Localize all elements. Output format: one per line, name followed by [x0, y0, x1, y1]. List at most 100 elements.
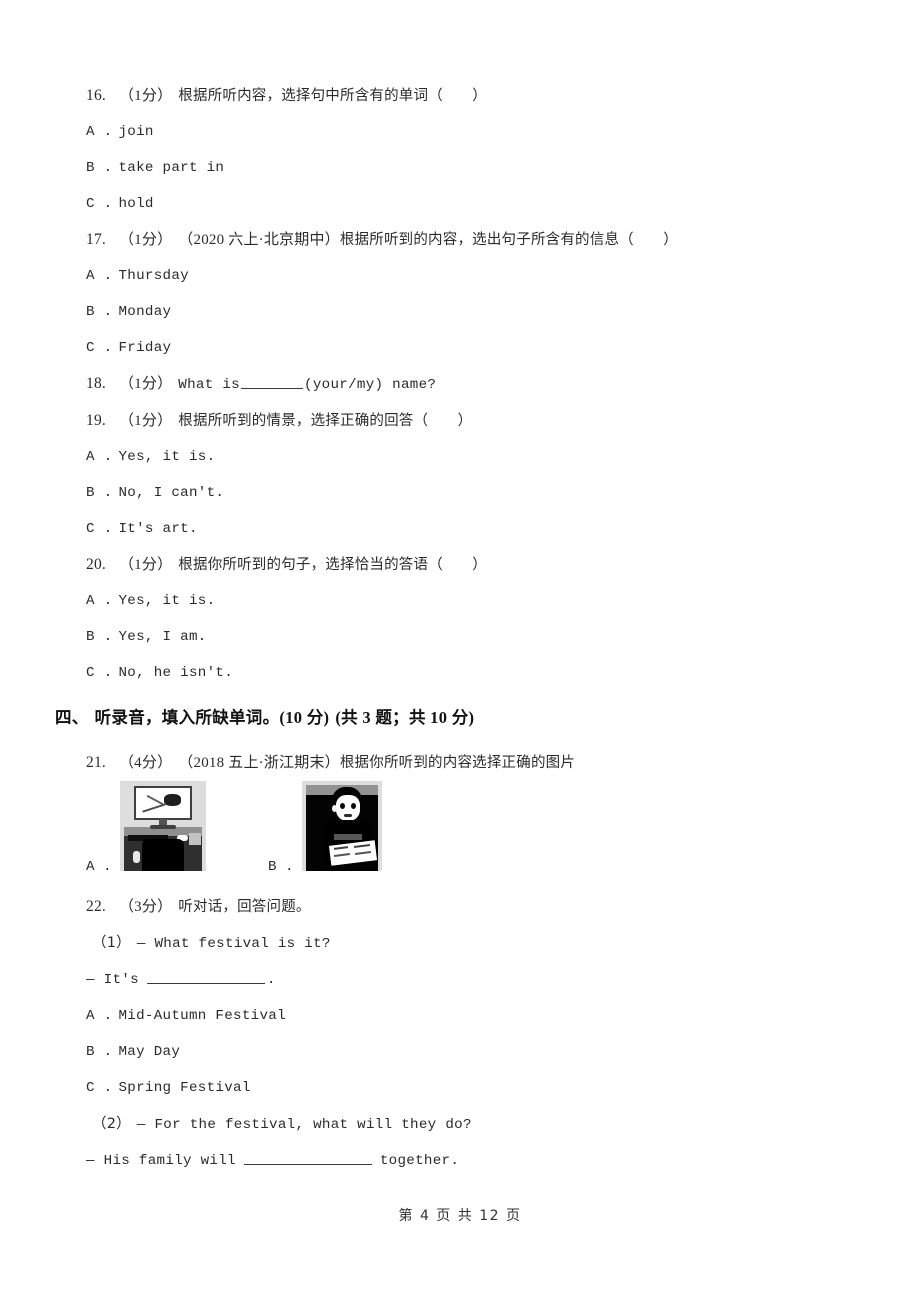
option-letter: B .	[86, 160, 113, 176]
question-21-points: （4分）	[118, 755, 173, 771]
option-letter: A .	[86, 449, 113, 465]
option-text: May Day	[118, 1044, 181, 1060]
option-text: It's art.	[118, 521, 198, 537]
option-letter: C .	[86, 196, 113, 212]
question-21-choices: A . B .	[0, 781, 920, 889]
option-text: Monday	[118, 304, 172, 320]
question-17-option-a[interactable]: A . Thursday	[0, 258, 920, 294]
section-points: (10 分)	[279, 708, 330, 727]
fill-in-blank[interactable]	[243, 1151, 372, 1165]
question-21-text: 根据你所听到的内容选择正确的图片	[339, 755, 576, 771]
question-19-option-c[interactable]: C . It's art.	[0, 511, 920, 547]
question-21-number: 21.	[86, 754, 106, 771]
question-16-option-a[interactable]: A . join	[0, 114, 920, 150]
option-letter: C .	[86, 521, 113, 537]
fill-in-blank[interactable]	[241, 375, 303, 389]
part-label: （1）	[92, 935, 131, 951]
option-letter: B .	[268, 859, 294, 875]
option-text: hold	[118, 196, 154, 212]
option-text: No, I can't.	[118, 485, 225, 501]
question-17-option-b[interactable]: B . Monday	[0, 294, 920, 330]
question-20-option-a[interactable]: A . Yes, it is.	[0, 583, 920, 619]
question-21-stem: 21. （4分） （2018 五上·浙江期末）根据你所听到的内容选择正确的图片	[0, 745, 920, 781]
option-letter: A .	[86, 268, 113, 284]
part-question: — What festival is it?	[136, 936, 331, 952]
question-16-stem: 16. （1分） 根据所听内容，选择句中所含有的单词（ ）	[0, 78, 920, 114]
question-17-stem: 17. （1分） （2020 六上·北京期中）根据所听到的内容，选出句子所含有的信息…	[0, 222, 920, 258]
question-18-text-pre: What is	[178, 377, 240, 393]
question-19-text: 根据所听到的情景，选择正确的回答（ ）	[178, 413, 473, 429]
section-title: 听录音，填入所缺单词。	[94, 708, 280, 727]
computer-desk-photo	[120, 781, 206, 871]
question-17-number: 17.	[86, 231, 106, 248]
question-20-text: 根据你所听到的句子，选择恰当的答语（ ）	[178, 557, 487, 573]
answer-pre: — His family will	[86, 1153, 236, 1169]
answer-pre: — It's	[86, 972, 139, 988]
question-22-option-a[interactable]: A . Mid-Autumn Festival	[0, 998, 920, 1034]
question-21-source: （2018 五上·浙江期末）	[178, 755, 340, 771]
answer-post: .	[266, 972, 276, 988]
question-18-text-post: (your/my) name?	[304, 377, 437, 393]
option-text: Yes, it is.	[118, 593, 216, 609]
option-letter: B .	[86, 304, 113, 320]
option-letter: C .	[86, 340, 113, 356]
question-21-choice-b[interactable]	[302, 781, 382, 871]
question-17-source: （2020 六上·北京期中）	[178, 232, 340, 248]
answer-post: together.	[379, 1153, 460, 1169]
question-19-option-b[interactable]: B . No, I can't.	[0, 475, 920, 511]
option-text: Mid-Autumn Festival	[118, 1008, 286, 1024]
question-18-points: （1分）	[118, 376, 173, 392]
fill-in-blank[interactable]	[146, 970, 265, 984]
option-text: take part in	[118, 160, 225, 176]
option-text: join	[118, 124, 154, 140]
section-index: 四、	[55, 708, 89, 727]
question-20-stem: 20. （1分） 根据你所听到的句子，选择恰当的答语（ ）	[0, 547, 920, 583]
question-20-option-b[interactable]: B . Yes, I am.	[0, 619, 920, 655]
question-20-option-c[interactable]: C . No, he isn't.	[0, 655, 920, 691]
question-21-choice-a[interactable]	[120, 781, 206, 871]
question-19-points: （1分）	[118, 413, 173, 429]
option-letter: C .	[86, 665, 113, 681]
question-20-points: （1分）	[118, 557, 173, 573]
option-letter: C .	[86, 1080, 113, 1096]
option-letter: B .	[86, 485, 113, 501]
question-21-label-a: A .	[86, 855, 112, 879]
option-letter: B .	[86, 629, 113, 645]
question-22-part-1-answer: — It's.	[0, 962, 920, 998]
question-19-number: 19.	[86, 412, 106, 429]
question-16-text: 根据所听内容，选择句中所含有的单词（ ）	[178, 88, 487, 104]
option-letter: A .	[86, 124, 113, 140]
question-16-option-c[interactable]: C . hold	[0, 186, 920, 222]
question-22-points: （3分）	[118, 899, 173, 915]
question-21-label-b: B .	[268, 855, 294, 879]
exam-page: 16. （1分） 根据所听内容，选择句中所含有的单词（ ） A . join B . t…	[0, 0, 920, 1302]
question-16-number: 16.	[86, 87, 106, 104]
question-17-text: 根据所听到的内容，选出句子所含有的信息（ ）	[339, 232, 678, 248]
option-text: No, he isn't.	[118, 665, 234, 681]
option-text: Friday	[118, 340, 172, 356]
question-22-number: 22.	[86, 898, 106, 915]
option-text: Yes, I am.	[118, 629, 207, 645]
question-22-part-2-prompt: （2） — For the festival, what will they do…	[0, 1106, 920, 1143]
question-22-option-c[interactable]: C . Spring Festival	[0, 1070, 920, 1106]
question-17-option-c[interactable]: C . Friday	[0, 330, 920, 366]
question-20-number: 20.	[86, 556, 106, 573]
option-letter: B .	[86, 1044, 113, 1060]
section-heading: 四、 听录音，填入所缺单词。(10 分) (共 3 题；共 10 分)	[0, 698, 920, 738]
question-22-part-2-answer: — His family will together.	[0, 1143, 920, 1179]
option-text: Thursday	[118, 268, 189, 284]
section-count: (共 3 题；共 10 分)	[335, 708, 475, 727]
question-18-stem: 18. （1分） What is (your/my) name?	[0, 366, 920, 403]
part-label: （2）	[92, 1116, 131, 1132]
option-letter: A .	[86, 859, 112, 875]
question-19-stem: 19. （1分） 根据所听到的情景，选择正确的回答（ ）	[0, 403, 920, 439]
boy-reading-newspaper-photo	[302, 781, 382, 871]
question-22-stem: 22. （3分） 听对话，回答问题。	[0, 889, 920, 925]
question-18-number: 18.	[86, 375, 106, 392]
question-19-option-a[interactable]: A . Yes, it is.	[0, 439, 920, 475]
page-footer: 第 4 页 共 12 页	[398, 1208, 522, 1224]
question-22-text: 听对话，回答问题。	[178, 899, 311, 915]
question-22-option-b[interactable]: B . May Day	[0, 1034, 920, 1070]
option-text: Yes, it is.	[118, 449, 216, 465]
question-16-option-b[interactable]: B . take part in	[0, 150, 920, 186]
